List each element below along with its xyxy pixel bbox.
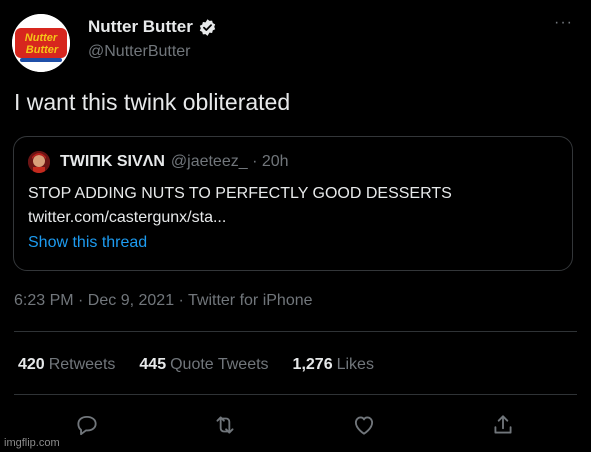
verified-badge-icon — [198, 18, 217, 37]
author-display-name-row[interactable]: Nutter Butter — [88, 17, 217, 37]
reply-icon[interactable] — [74, 412, 100, 438]
quoted-tweet-body: STOP ADDING NUTS TO PERFECTLY GOOD DESSE… — [28, 182, 452, 230]
tweet-text: I want this twink obliterated — [14, 89, 291, 115]
quoted-tweet[interactable]: TWIΠK SIVΛN @jaeteez_ · 20h STOP ADDING … — [13, 136, 573, 271]
avatar-logo-text-top: Nutter — [25, 32, 58, 44]
quote-tweets-stat[interactable]: 445 Quote Tweets — [139, 356, 268, 374]
quoted-handle[interactable]: @jaeteez_ · 20h — [171, 153, 289, 171]
retweets-count: 420 — [18, 356, 45, 373]
tweet-actions — [0, 408, 591, 448]
divider — [14, 394, 577, 395]
retweets-stat[interactable]: 420 Retweets — [18, 356, 115, 374]
retweet-icon[interactable] — [212, 412, 238, 438]
more-options-icon[interactable]: ··· — [554, 14, 573, 32]
retweets-label: Retweets — [48, 356, 116, 373]
like-icon[interactable] — [351, 412, 377, 438]
likes-stat[interactable]: 1,276 Likes — [293, 356, 374, 374]
divider — [14, 331, 577, 332]
tweet-header: Nutter Butter Nutter Butter @NutterButte… — [12, 10, 579, 72]
quote-tweets-count: 445 — [139, 356, 167, 373]
share-icon[interactable] — [490, 412, 516, 438]
quoted-tweet-url[interactable]: twitter.com/castergunx/sta... — [28, 206, 452, 230]
quoted-tweet-header: TWIΠK SIVΛN @jaeteez_ · 20h — [28, 151, 289, 173]
show-thread-link[interactable]: Show this thread — [28, 234, 147, 252]
author-handle[interactable]: @NutterButter — [88, 43, 217, 61]
watermark: imgflip.com — [4, 437, 60, 449]
quoted-tweet-text: STOP ADDING NUTS TO PERFECTLY GOOD DESSE… — [28, 185, 452, 202]
quote-tweets-label: Quote Tweets — [170, 356, 269, 373]
avatar[interactable]: Nutter Butter — [12, 14, 70, 72]
likes-count: 1,276 — [292, 356, 333, 373]
quoted-display-name[interactable]: TWIΠK SIVΛN — [60, 153, 165, 171]
author-display-name[interactable]: Nutter Butter — [88, 17, 193, 37]
tweet-stats: 420 Retweets 445 Quote Tweets 1,276 Likes — [18, 356, 374, 374]
quoted-avatar[interactable] — [28, 151, 50, 173]
tweet-timestamp[interactable]: 6:23 PM · Dec 9, 2021 · Twitter for iPho… — [14, 292, 313, 310]
author-names: Nutter Butter @NutterButter — [88, 17, 217, 61]
likes-label: Likes — [336, 356, 374, 373]
avatar-logo-text-bottom: Butter — [26, 44, 59, 56]
